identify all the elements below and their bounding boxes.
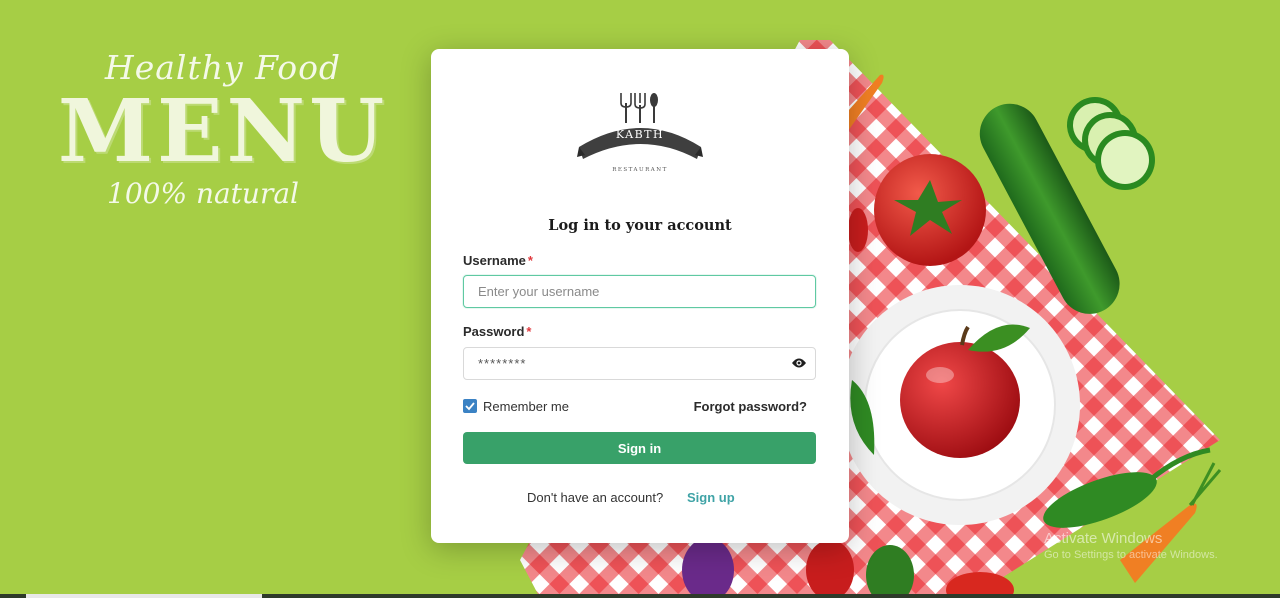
login-title: Log in to your account bbox=[548, 217, 732, 234]
password-input[interactable] bbox=[463, 347, 816, 380]
forgot-password-link[interactable]: Forgot password? bbox=[694, 399, 807, 414]
activate-windows-watermark: Activate Windows bbox=[1044, 530, 1163, 547]
bottom-bar bbox=[0, 594, 1280, 598]
activate-windows-hint: Go to Settings to activate Windows. bbox=[1044, 549, 1218, 561]
hero-text: Healthy Food MENU 100% natural bbox=[48, 44, 398, 216]
required-mark: * bbox=[526, 324, 532, 339]
no-account-text: Don't have an account? bbox=[527, 490, 664, 505]
fork-icon bbox=[620, 93, 632, 123]
logo-est: ETB ★ 2016 bbox=[628, 151, 652, 156]
login-card: KABTH ETB ★ 2016 RESTAURANT Log in to yo… bbox=[431, 49, 849, 543]
sign-in-button[interactable]: Sign in bbox=[463, 432, 816, 464]
eye-icon[interactable] bbox=[791, 357, 807, 369]
apple bbox=[900, 342, 1020, 458]
checkmark-icon bbox=[465, 402, 475, 411]
remember-label: Remember me bbox=[483, 399, 569, 414]
remember-checkbox[interactable] bbox=[463, 399, 477, 413]
logo-name: KABTH bbox=[616, 128, 664, 141]
hero-big-title: MENU bbox=[57, 81, 389, 182]
username-input[interactable] bbox=[463, 275, 816, 308]
password-label: Password * bbox=[463, 324, 532, 339]
restaurant-logo: KABTH ETB ★ 2016 RESTAURANT bbox=[577, 93, 703, 173]
red-pepper bbox=[806, 540, 854, 598]
spoon-icon bbox=[650, 93, 658, 123]
logo-tagline: RESTAURANT bbox=[612, 167, 668, 173]
username-label: Username * bbox=[463, 253, 533, 268]
required-mark: * bbox=[527, 253, 533, 268]
fork-icon bbox=[634, 93, 646, 123]
bottom-bar-thumb bbox=[26, 594, 262, 598]
sign-up-link[interactable]: Sign up bbox=[687, 490, 735, 505]
